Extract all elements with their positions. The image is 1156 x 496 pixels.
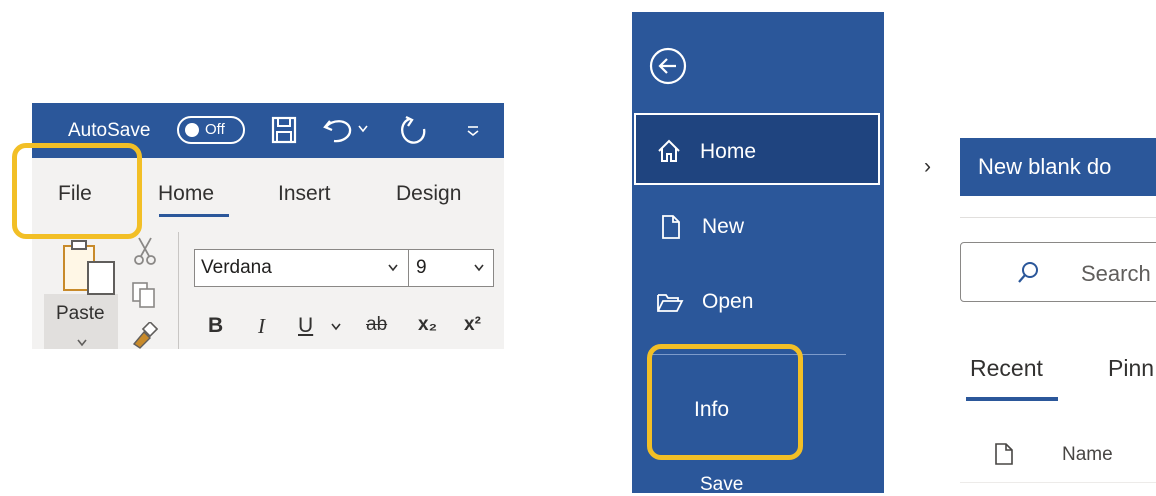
nav-label-new[interactable]: New: [702, 215, 744, 239]
font-size-dropdown-icon[interactable]: [474, 264, 484, 272]
file-tab-highlight: [12, 143, 142, 239]
back-arrow-icon[interactable]: [648, 46, 688, 86]
home-icon: [658, 139, 680, 162]
paste-icon[interactable]: [60, 238, 118, 296]
undo-dropdown-icon[interactable]: [358, 125, 368, 133]
search-icon: [1018, 262, 1038, 283]
open-folder-icon[interactable]: [656, 292, 684, 314]
paste-label: Paste: [56, 303, 105, 324]
tab-insert[interactable]: Insert: [278, 182, 331, 206]
info-highlight: [647, 344, 803, 460]
autosave-toggle[interactable]: Off: [177, 116, 245, 144]
new-document-icon[interactable]: [660, 214, 682, 240]
new-blank-document-label: New blank do: [978, 154, 1112, 179]
format-painter-icon[interactable]: [130, 322, 158, 350]
subscript-button[interactable]: x₂: [418, 314, 437, 336]
copy-icon[interactable]: [130, 280, 158, 310]
autosave-label: AutoSave: [68, 120, 151, 141]
underline-dropdown-icon[interactable]: [331, 323, 341, 331]
list-divider: [960, 482, 1156, 483]
font-name-value: Verdana: [201, 257, 272, 278]
tab-pinned[interactable]: Pinn: [1108, 355, 1154, 382]
tab-home[interactable]: Home: [158, 182, 214, 206]
customize-toolbar-icon[interactable]: [466, 125, 480, 137]
tab-design[interactable]: Design: [396, 182, 461, 206]
active-tab-underline: [966, 397, 1058, 401]
new-blank-document-tile[interactable]: New blank do: [960, 138, 1156, 196]
section-divider: [960, 217, 1156, 218]
search-input[interactable]: Search: [960, 242, 1156, 302]
font-size-value: 9: [416, 257, 427, 278]
file-type-icon: [995, 443, 1013, 465]
superscript-button[interactable]: x²: [464, 314, 481, 336]
tab-recent[interactable]: Recent: [970, 355, 1043, 382]
toggle-knob: [185, 123, 199, 137]
italic-button[interactable]: I: [258, 314, 265, 339]
save-icon[interactable]: [270, 115, 298, 145]
active-tab-underline: [159, 214, 229, 217]
font-name-dropdown-icon[interactable]: [388, 264, 398, 272]
bold-button[interactable]: B: [208, 314, 223, 338]
underline-button[interactable]: U: [298, 314, 313, 338]
redo-icon[interactable]: [396, 115, 430, 147]
search-placeholder: Search: [1081, 261, 1151, 286]
paste-dropdown-icon[interactable]: [77, 339, 87, 347]
group-divider: [178, 232, 179, 349]
cut-icon[interactable]: [133, 236, 157, 266]
undo-icon[interactable]: [322, 115, 356, 145]
autosave-state: Off: [205, 121, 225, 138]
strikethrough-button[interactable]: ab: [366, 314, 387, 336]
nav-label-home: Home: [700, 140, 757, 163]
expand-chevron-icon[interactable]: ›: [924, 155, 931, 179]
column-header-name[interactable]: Name: [1062, 444, 1113, 466]
nav-label-open[interactable]: Open: [702, 290, 753, 314]
